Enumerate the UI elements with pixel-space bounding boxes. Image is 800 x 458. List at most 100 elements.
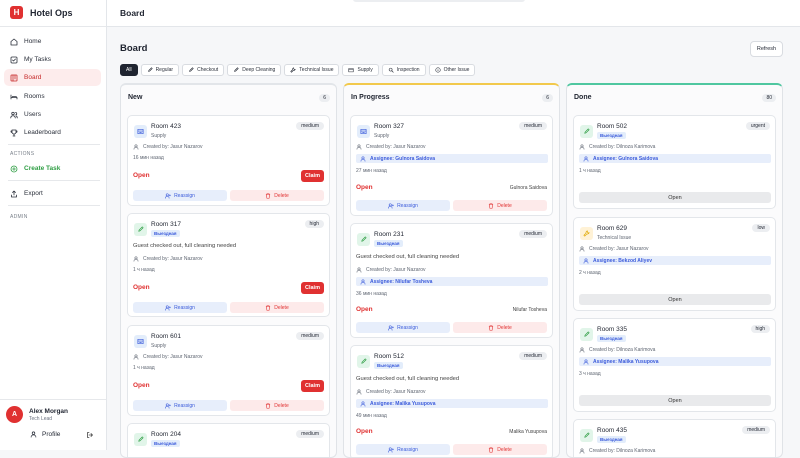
task-type-badge: Выездная (374, 362, 403, 369)
assigned-to: Malika Yusupova (509, 429, 547, 435)
task-card[interactable]: Room 335 Выездная high Created by: Dilno… (573, 318, 776, 412)
divider (0, 26, 106, 27)
reassign-button[interactable]: Reassign (356, 200, 450, 211)
assignee: Assignee: Malika Yusupova (356, 399, 548, 408)
filter-label: Inspection (396, 67, 420, 73)
task-card[interactable]: Room 512 Выездная medium Guest checked o… (350, 345, 553, 457)
trash-icon (266, 304, 271, 311)
delete-button[interactable]: Delete (230, 190, 324, 201)
task-card[interactable]: Room 502 Выездная urgent Created by: Dil… (573, 115, 776, 209)
divider (8, 144, 100, 145)
claim-button[interactable]: Claim (301, 282, 324, 294)
filter-supply[interactable]: Supply (342, 64, 379, 76)
task-card[interactable]: Room 317 Выездная high Guest checked out… (127, 213, 330, 317)
task-type-badge: Выездная (151, 440, 180, 447)
reassign-button[interactable]: Reassign (133, 400, 227, 411)
brush-icon (234, 67, 239, 72)
priority-badge: urgent (745, 122, 770, 130)
reassign-label: Reassign (397, 324, 418, 331)
reassign-label: Reassign (174, 304, 195, 311)
export-button[interactable]: Export (4, 185, 101, 202)
created-by-text: Created by: Jasur Nazarov (143, 144, 203, 150)
top-pill (353, 0, 525, 2)
nav-item-home[interactable]: Home (4, 33, 101, 50)
claim-button[interactable]: Claim (301, 170, 324, 182)
nav-item-users[interactable]: Users (4, 106, 101, 123)
task-type-icon (134, 125, 147, 138)
reassign-button[interactable]: Reassign (356, 322, 450, 333)
task-card[interactable]: Room 601 Supply medium Created by: Jasur… (127, 325, 330, 416)
task-card[interactable]: Room 204 Выездная medium (127, 423, 330, 457)
refresh-button[interactable]: Refresh (750, 41, 783, 57)
claim-button[interactable]: Claim (301, 380, 324, 392)
created-by: Created by: Jasur Nazarov (356, 144, 425, 150)
divider (0, 399, 106, 400)
filter-other-issue[interactable]: Other Issue (428, 64, 476, 76)
task-type-icon (580, 429, 593, 442)
profile-label: Profile (42, 431, 61, 438)
filter-deep-cleaning[interactable]: Deep Cleaning (227, 64, 282, 76)
created-by-text: Created by: Jasur Nazarov (366, 267, 426, 273)
task-card[interactable]: Room 629 Technical Issue low Created by:… (573, 217, 776, 311)
time-ago: 1 ч назад (133, 267, 155, 273)
open-button[interactable]: Open (579, 192, 771, 203)
filter-regular[interactable]: Regular (140, 64, 180, 76)
priority-badge: medium (519, 122, 547, 130)
delete-button[interactable]: Delete (230, 302, 324, 313)
user-icon (583, 358, 589, 365)
assignee: Assignee: Nilufar Tosheva (356, 277, 548, 286)
reassign-button[interactable]: Reassign (133, 302, 227, 313)
open-button[interactable]: Open (579, 395, 771, 406)
delete-button[interactable]: Delete (453, 322, 547, 333)
status-label: Open (356, 428, 373, 435)
assignee: Assignee: Bekzod Aliyev (579, 256, 771, 265)
room-name: Room 231 (374, 231, 404, 238)
brush-icon (361, 358, 367, 364)
nav-item-rooms[interactable]: Rooms (4, 88, 101, 105)
nav-item-board[interactable]: Board (4, 69, 101, 86)
reassign-button[interactable]: Reassign (133, 190, 227, 201)
task-card[interactable]: Room 327 Supply medium Created by: Jasur… (350, 115, 553, 216)
assigned-to: Nilufar Tosheva (512, 307, 547, 313)
assignee-text: Assignee: Bekzod Aliyev (593, 257, 653, 264)
plus-circle-icon (10, 165, 18, 172)
task-type-icon (134, 223, 147, 236)
brush-icon (189, 67, 194, 72)
filter-technical-issue[interactable]: Technical Issue (284, 64, 340, 76)
status-label: Open (133, 284, 150, 291)
room-name: Room 327 (374, 123, 404, 130)
reassign-label: Reassign (174, 402, 195, 409)
created-by-text: Created by: Jasur Nazarov (143, 354, 203, 360)
user-role: Tech Lead (29, 415, 53, 422)
column-title: Done (574, 94, 592, 101)
checklist-icon (10, 56, 18, 63)
open-button[interactable]: Open (579, 294, 771, 305)
task-card[interactable]: Room 231 Выездная medium Guest checked o… (350, 223, 553, 338)
create-task-button[interactable]: Create Task (4, 160, 101, 177)
delete-button[interactable]: Delete (453, 200, 547, 211)
filter-label: Checkout (197, 67, 219, 73)
task-card[interactable]: Room 435 Выездная medium Created by: Dil… (573, 419, 776, 457)
priority-badge: high (750, 325, 770, 333)
sidebar: H Hotel Ops Home My Tasks Board Rooms Us… (0, 0, 107, 450)
filter-checkout[interactable]: Checkout (182, 64, 225, 76)
profile-link[interactable]: Profile (30, 431, 60, 438)
box-icon (137, 338, 144, 345)
time-ago: 1 ч назад (579, 168, 601, 174)
filter-all[interactable]: All (120, 64, 138, 76)
task-type-icon (134, 335, 147, 348)
user-card: A Alex Morgan Tech Lead (6, 406, 68, 423)
nav-item-leaderboard[interactable]: Leaderboard (4, 124, 101, 141)
nav-item-my-tasks[interactable]: My Tasks (4, 51, 101, 68)
filter-inspection[interactable]: Inspection (381, 64, 426, 76)
logout-button[interactable] (86, 431, 94, 441)
delete-button[interactable]: Delete (230, 400, 324, 411)
user-icon (356, 267, 362, 273)
time-ago: 36 мин назад (356, 291, 387, 297)
assignee-text: Assignee: Malika Yusupova (370, 400, 436, 407)
task-card[interactable]: Room 423 Supply medium Created by: Jasur… (127, 115, 330, 206)
delete-label: Delete (497, 202, 512, 209)
assignee: Assignee: Gulnora Saidova (356, 154, 548, 163)
created-by-text: Created by: Jasur Nazarov (143, 256, 203, 262)
brush-icon (584, 128, 590, 134)
